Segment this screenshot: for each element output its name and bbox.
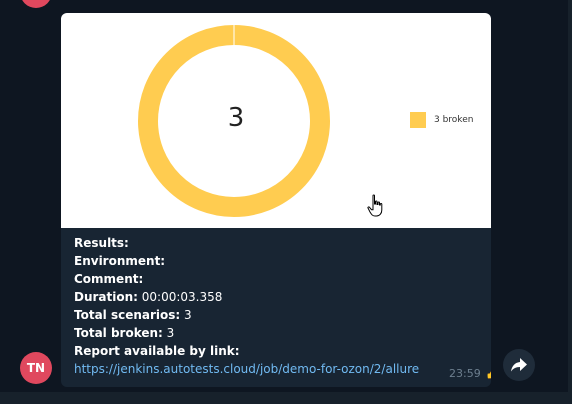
legend-label-broken: 3 broken: [434, 115, 474, 125]
report-summary: Results: Environment: Comment: Duration:…: [74, 234, 484, 378]
broken-row: Total broken: 3: [74, 324, 484, 342]
broken-value: 3: [162, 326, 175, 340]
message-input-area[interactable]: [0, 392, 572, 404]
thumbs-up-icon[interactable]: 👍: [486, 366, 491, 380]
comment-label: Comment:: [74, 272, 144, 286]
hand-pointer-icon: [367, 194, 383, 217]
scenarios-label: Total scenarios:: [74, 308, 181, 322]
message-time: 23:59: [449, 366, 481, 380]
donut-center-label: 3: [227, 103, 245, 133]
sender-avatar[interactable]: TN: [20, 352, 52, 384]
report-label: Report available by link:: [74, 344, 240, 358]
share-button[interactable]: [503, 349, 535, 381]
environment-label: Environment:: [74, 254, 166, 268]
report-link[interactable]: https://jenkins.autotests.cloud/job/demo…: [74, 362, 419, 376]
scenarios-row: Total scenarios: 3: [74, 306, 484, 324]
chart-legend: 3 broken: [410, 112, 473, 128]
scenarios-value: 3: [180, 308, 192, 322]
environment-row: Environment:: [74, 252, 484, 270]
previous-sender-avatar[interactable]: [20, 0, 52, 8]
legend-swatch-broken: [410, 112, 426, 128]
comment-row: Comment:: [74, 270, 484, 288]
message-meta: 23:59 👍: [449, 366, 491, 380]
link-row: https://jenkins.autotests.cloud/job/demo…: [74, 360, 484, 378]
results-row: Results:: [74, 234, 484, 252]
duration-value: 00:00:03.358: [137, 290, 223, 304]
broken-label: Total broken:: [74, 326, 163, 340]
report-chart-image[interactable]: 3 3 broken: [61, 13, 491, 228]
report-row: Report available by link:: [74, 342, 484, 360]
message-bubble[interactable]: 3 3 broken Results: Environment: Comment…: [61, 13, 491, 387]
share-arrow-icon: [511, 358, 527, 372]
results-label: Results:: [74, 236, 129, 250]
duration-row: Duration: 00:00:03.358: [74, 288, 484, 306]
duration-label: Duration:: [74, 290, 138, 304]
window-edge: [568, 0, 572, 392]
